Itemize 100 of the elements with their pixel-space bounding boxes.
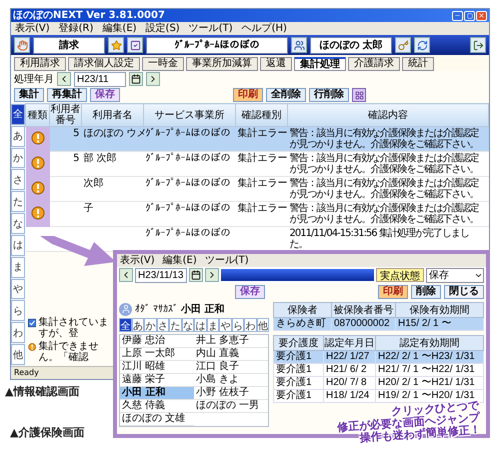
- period-field[interactable]: H23/11: [74, 72, 126, 86]
- index-tab[interactable]: ら: [232, 318, 244, 332]
- next-button[interactable]: [146, 72, 160, 86]
- key-icon[interactable]: [395, 37, 411, 53]
- tab[interactable]: 介護請求: [348, 57, 400, 71]
- table-row[interactable]: 子 ｸﾞﾙｰﾌﾟﾎｰﾑほのぼの 集計エラー 警告：該当月に有効な介護保険または介護認定が見つかりません。介護保険をご確認下さい。: [26, 202, 488, 226]
- table-row[interactable]: ｸﾞﾙｰﾌﾟﾎｰﾑほのぼの 2011/11/04-15:31:56 集計処理が完了しました。: [26, 226, 488, 252]
- table-row[interactable]: 5 部 次郎 ｸﾞﾙｰﾌﾟﾎｰﾑほのぼの 集計エラー 警告：該当月に有効な介護保険または介護認定が見つかりません。介護保険をご確認下さい。: [26, 152, 488, 176]
- index-tab[interactable]: な: [182, 318, 194, 332]
- tab[interactable]: 利用請求: [14, 57, 66, 71]
- menu-item[interactable]: 登録(R): [58, 22, 94, 34]
- grid-icon[interactable]: [352, 88, 366, 102]
- checkbox-icon[interactable]: [127, 37, 143, 53]
- list-item[interactable]: ほのぼの 文雄: [120, 413, 194, 426]
- exit-icon[interactable]: [470, 37, 486, 53]
- tab[interactable]: 一時金: [142, 57, 184, 71]
- index-tab[interactable]: や: [219, 318, 232, 332]
- table-row[interactable]: 要介護1 H22/ 1/27 H22/ 2/ 1 〜H23/ 1/31: [274, 350, 484, 364]
- menu-item[interactable]: ヘルプ(H): [242, 22, 287, 34]
- list-item[interactable]: 久慈 侍義: [120, 400, 194, 413]
- tab[interactable]: 集計処理: [294, 57, 346, 71]
- close-button[interactable]: [476, 10, 487, 20]
- tab[interactable]: 事業所加減算: [186, 57, 258, 71]
- action-button[interactable]: 印刷: [378, 284, 408, 298]
- previous-button[interactable]: [119, 268, 133, 282]
- column-header[interactable]: 認定年月日: [324, 336, 376, 350]
- column-header[interactable]: 保険有効期間: [396, 302, 484, 318]
- list-item[interactable]: 上原 一太郎: [120, 348, 194, 361]
- action-button[interactable]: 集計: [14, 88, 44, 102]
- column-header[interactable]: 利用者番号: [50, 104, 82, 126]
- column-header[interactable]: 要介護度: [274, 336, 324, 350]
- list-item[interactable]: 小野 佐枝子: [194, 387, 268, 400]
- index-tab[interactable]: 全: [11, 104, 25, 125]
- action-button[interactable]: 印刷: [233, 88, 263, 102]
- list-item[interactable]: 江口 良子: [194, 361, 268, 374]
- action-button[interactable]: 閉じる: [444, 284, 484, 298]
- dropdown[interactable]: 保存: [426, 268, 484, 282]
- column-header[interactable]: 認定有効期間: [376, 336, 484, 350]
- users-icon[interactable]: [291, 37, 307, 53]
- list-item[interactable]: 内山 直義: [194, 348, 268, 361]
- index-tab[interactable]: あ: [11, 126, 25, 147]
- list-item[interactable]: 井上 多恵子: [194, 335, 268, 348]
- calendar-icon[interactable]: [129, 72, 143, 86]
- table-row[interactable]: 要介護1 H20/ 7/ 8 H20/ 2/ 1 〜H21/ 1/31: [274, 376, 484, 390]
- calendar-icon[interactable]: [189, 268, 203, 282]
- menu-item[interactable]: 設定(S): [146, 22, 180, 34]
- column-header[interactable]: サービス事業所: [144, 104, 236, 126]
- refresh-icon[interactable]: [414, 37, 430, 53]
- menu-item[interactable]: ツール(T): [188, 22, 233, 34]
- next-button[interactable]: [205, 268, 219, 282]
- index-tab[interactable]: か: [144, 318, 156, 332]
- column-header[interactable]: 種類: [26, 104, 50, 126]
- hand-icon[interactable]: [14, 37, 30, 53]
- action-button[interactable]: 行削除: [309, 88, 349, 102]
- index-tab[interactable]: 他: [256, 318, 269, 332]
- minimize-button[interactable]: [452, 10, 463, 20]
- action-button[interactable]: 保存: [90, 88, 120, 102]
- list-item[interactable]: ほのぼの 一男: [194, 400, 268, 413]
- index-tab[interactable]: ま: [11, 256, 25, 278]
- index-tab[interactable]: は: [194, 318, 206, 332]
- action-button[interactable]: 削除: [411, 284, 441, 298]
- date-field[interactable]: H23/11/13: [135, 268, 187, 282]
- menu-item[interactable]: 表示(V): [15, 22, 50, 34]
- tab[interactable]: 請求個人設定: [68, 57, 140, 71]
- column-header[interactable]: 確認内容: [288, 104, 488, 126]
- column-header[interactable]: 被保険者番号: [332, 302, 396, 318]
- column-header[interactable]: 保険者: [274, 302, 332, 318]
- index-tab[interactable]: た: [169, 318, 182, 332]
- column-header[interactable]: 利用者名: [82, 104, 144, 126]
- index-tab[interactable]: あ: [132, 318, 144, 332]
- table-row[interactable]: きらめき町 0870000002 H15/ 2/ 1 〜: [274, 318, 484, 330]
- status-button[interactable]: 実点状態: [376, 268, 424, 282]
- table-row[interactable]: 要介護1 H21/ 6/ 2 H21/ 7/ 1 〜H22/ 1/31: [274, 364, 484, 376]
- tab[interactable]: 統計: [402, 57, 434, 71]
- index-tab[interactable]: ま: [206, 318, 219, 332]
- list-item[interactable]: 小島 きよ: [194, 374, 268, 387]
- list-item[interactable]: 伊藤 忠治: [120, 335, 194, 348]
- index-tab[interactable]: た: [11, 191, 25, 212]
- menu-item[interactable]: 編集(E): [162, 254, 197, 266]
- action-button[interactable]: 保存: [235, 284, 265, 298]
- tab[interactable]: 返還: [260, 57, 292, 71]
- action-button[interactable]: 全削除: [266, 88, 306, 102]
- star-icon[interactable]: [108, 37, 124, 53]
- maximize-button[interactable]: [464, 10, 475, 20]
- table-row[interactable]: 要介護1 H18/ 1/24 H19/ 2/ 1 〜H20/ 1/31: [274, 390, 484, 402]
- column-header[interactable]: 確認種別: [236, 104, 288, 126]
- list-item[interactable]: 江川 昭雄: [120, 361, 194, 374]
- index-tab[interactable]: や: [11, 278, 25, 300]
- menu-item[interactable]: 編集(E): [102, 22, 137, 34]
- index-tab[interactable]: な: [11, 213, 25, 234]
- index-tab[interactable]: は: [11, 234, 25, 256]
- index-tab[interactable]: わ: [244, 318, 256, 332]
- index-tab[interactable]: 全: [119, 318, 132, 332]
- table-row[interactable]: 5 ほのぼの ウメｸﾞﾙｰﾌﾟﾎｰﾑほのぼの 集計エラー 警告：該当月に有効な介護保険または介護認定が見つかりません。介護保険をご確認下さい。: [26, 126, 488, 152]
- index-tab[interactable]: 他: [11, 344, 25, 365]
- index-tab[interactable]: さ: [156, 318, 169, 332]
- table-row[interactable]: 次郎 ｸﾞﾙｰﾌﾟﾎｰﾑほのぼの 集計エラー 警告：該当月に有効な介護保険または介護認定が見つかりません。介護保険をご確認下さい。: [26, 176, 488, 202]
- menu-item[interactable]: 表示(V): [120, 254, 155, 266]
- index-tab[interactable]: か: [11, 148, 25, 168]
- index-tab[interactable]: ら: [11, 300, 25, 322]
